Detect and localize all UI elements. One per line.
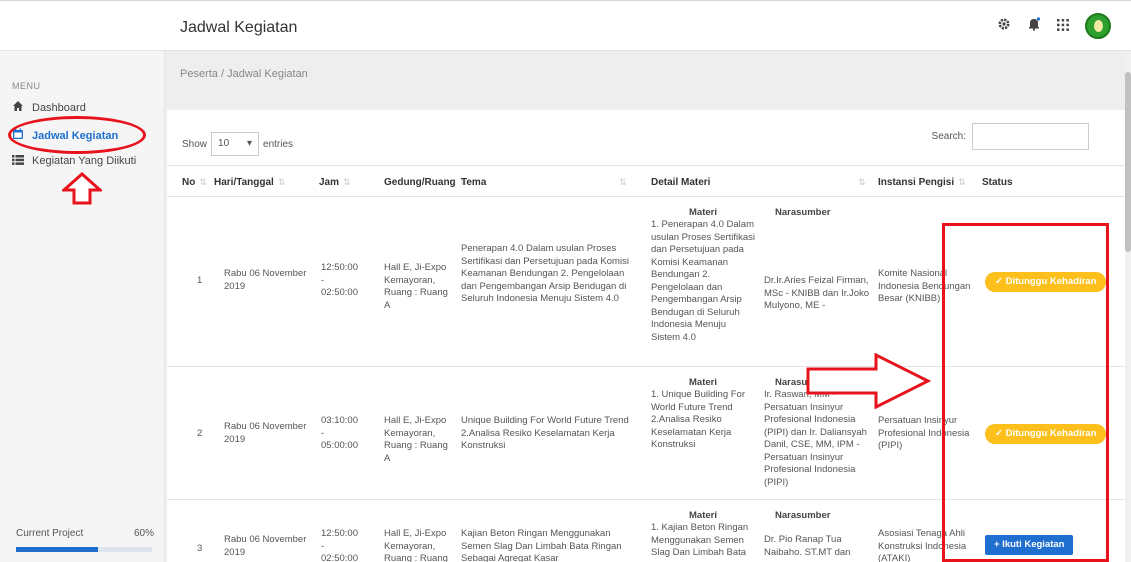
cell-gedung: Hall E, Ji-Expo Kemayoran, Ruang : Ruang…: [384, 528, 448, 562]
sidebar-item-kegiatan-diikuti[interactable]: Kegiatan Yang Diikuti: [12, 154, 136, 168]
cell-materi: 1. Kajian Beton Ringan Menggunakan Semen…: [651, 522, 749, 558]
cell-jam: 12:50:00-02:50:00: [321, 528, 358, 562]
gear-icon[interactable]: [997, 13, 1011, 39]
column-header-gedung[interactable]: Gedung/Ruang ⇅: [384, 177, 467, 188]
entries-control: Show 10 ▾ entries: [182, 132, 293, 156]
materi-header: Materi: [689, 510, 717, 521]
sidebar-item-dashboard[interactable]: Dashboard: [12, 100, 86, 115]
cell-jam: 12:50:00-02:50:00: [321, 262, 358, 298]
cell-tema: Kajian Beton Ringan Menggunakan Semen Sl…: [461, 528, 622, 562]
cell-gedung: Hall E, Ji-Expo Kemayoran, Ruang : Ruang…: [384, 262, 448, 311]
caret-down-icon: ▾: [246, 138, 253, 149]
cell-no: 2: [197, 428, 203, 439]
entries-label: entries: [263, 138, 294, 150]
cell-materi: 1. Penerapan 4.0 Dalam usulan Proses Ser…: [651, 219, 756, 343]
cell-tanggal: Rabu 06 November 2019: [224, 534, 307, 558]
cell-materi: 1. Unique Building For World Future Tren…: [651, 389, 745, 450]
cell-jam: 03:10:00-05:00:00: [321, 415, 358, 451]
home-icon: [12, 100, 24, 115]
right-arrow-annotation: [806, 352, 932, 414]
sort-icon[interactable]: ⇅: [854, 177, 866, 188]
sort-icon: ⇅: [277, 177, 286, 187]
column-header-tema[interactable]: Tema: [461, 177, 486, 188]
cell-tema: Unique Building For World Future Trend 2…: [461, 415, 629, 451]
project-label: Current Project: [16, 528, 84, 539]
sort-icon: ⇅: [958, 177, 966, 187]
sort-icon[interactable]: ⇅: [615, 177, 627, 188]
scroll-thumb[interactable]: [1125, 72, 1131, 252]
sidebar-item-label: Kegiatan Yang Diikuti: [32, 155, 137, 167]
highlight-ring: [8, 116, 146, 154]
column-header-no[interactable]: No ⇅: [182, 177, 207, 188]
entries-value: 10: [218, 138, 230, 149]
apps-grid-icon[interactable]: [1057, 13, 1069, 39]
narasumber-header: Narasumber: [775, 207, 831, 218]
list-icon: [12, 154, 24, 168]
materi-header: Materi: [689, 377, 717, 388]
highlight-rectangle: [942, 223, 1109, 562]
search-label: Search:: [931, 131, 966, 142]
table-header: No ⇅ Hari/Tanggal ⇅ Jam ⇅ Gedung/Ruang ⇅ Tem…: [167, 165, 1127, 197]
header-icons: [997, 13, 1111, 39]
cell-tanggal: Rabu 06 November 2019: [224, 268, 307, 292]
column-header-instansi[interactable]: Instansi Pengisi ⇅: [878, 177, 966, 188]
up-arrow-annotation: [60, 171, 104, 210]
cell-narasumber: Dr. Pio Ranap Tua Naibaho. ST.MT dan: [764, 534, 851, 558]
materi-header: Materi: [689, 207, 717, 218]
project-progress-fill: [16, 547, 98, 552]
column-header-jam[interactable]: Jam ⇅: [319, 177, 351, 188]
cell-tanggal: Rabu 06 November 2019: [224, 421, 307, 445]
cell-tema: Penerapan 4.0 Dalam usulan Proses Sertif…: [461, 243, 629, 304]
menu-label: MENU: [12, 81, 41, 91]
sort-icon: ⇅: [199, 177, 207, 187]
project-progress-bar: [16, 547, 152, 552]
narasumber-header: Narasumber: [775, 510, 831, 521]
entries-select[interactable]: 10 ▾: [211, 132, 260, 156]
column-header-detail-materi[interactable]: Detail Materi: [651, 177, 710, 188]
cell-no: 3: [197, 543, 203, 554]
search-input[interactable]: [972, 123, 1089, 150]
sidebar: MENU Dashboard Jadwal Kegiatan Kegiatan …: [0, 51, 165, 562]
page-title: Jadwal Kegiatan: [180, 19, 298, 36]
cell-narasumber: Dr.Ir.Aries Feizal Firman, MSc - KNIBB d…: [764, 275, 870, 311]
top-bar: Jadwal Kegiatan: [0, 0, 1131, 51]
sidebar-item-label: Dashboard: [32, 101, 86, 114]
column-header-status: Status: [982, 177, 1013, 188]
search-control: Search:: [932, 123, 1089, 150]
project-percent: 60%: [134, 528, 155, 539]
user-avatar[interactable]: [1085, 13, 1111, 39]
page-scrollbar[interactable]: [1125, 52, 1131, 562]
show-label: Show: [182, 138, 208, 150]
column-header-tanggal[interactable]: Hari/Tanggal ⇅: [214, 177, 285, 188]
cell-gedung: Hall E, Ji-Expo Kemayoran, Ruang : Ruang…: [384, 415, 448, 464]
cell-no: 1: [197, 275, 203, 286]
breadcrumb: Peserta / Jadwal Kegiatan: [180, 68, 308, 80]
bell-icon[interactable]: [1027, 13, 1041, 39]
sort-icon: ⇅: [343, 177, 351, 187]
